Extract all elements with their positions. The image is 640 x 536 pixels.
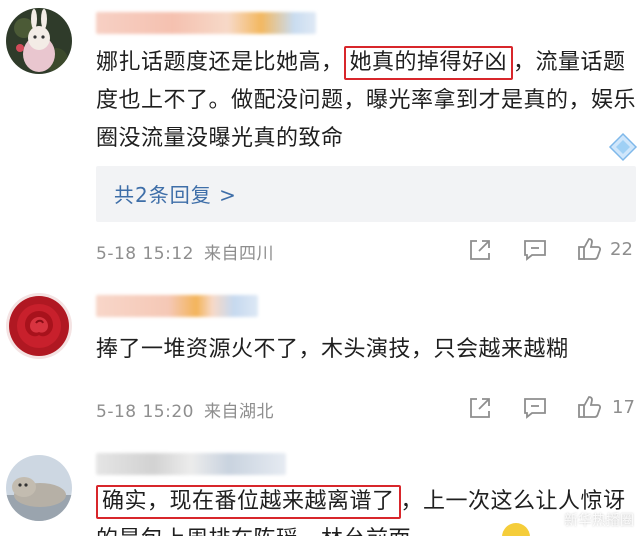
comment-text-pre: 娜扎话题度还是比她高， (96, 50, 344, 75)
comment-meta: 5-18 15:20 来自湖北 (96, 397, 274, 422)
location: 来自湖北 (203, 402, 274, 422)
comment-2: 捧了一堆资源火不了，木头演技，只会越来越糊 5-18 15:20 来自湖北 17 (0, 275, 640, 443)
watermark: 新华热播圈 (564, 513, 634, 529)
avatar-rose-image (6, 293, 72, 359)
comment-text: 娜扎话题度还是比她高， 她真的掉得好凶 ，流量话题度也上不了。做配没问题，曝光率拿到… (96, 44, 636, 158)
like-count: 17 (612, 397, 635, 418)
view-replies-link[interactable]: 共2条回复 > (114, 179, 237, 208)
comment-meta: 5-18 15:12 来自四川 (96, 239, 274, 264)
highlighted-phrase: 确实，现在番位越来越离谱了 (96, 485, 401, 519)
comment-text: 确实，现在番位越来越离谱了，上一次这么让人惊讶的是包上周排在陈瑶，林允前面 (96, 483, 636, 536)
share-icon[interactable] (466, 236, 494, 264)
diamond-badge-icon (608, 132, 638, 162)
thumbs-up-icon[interactable] (576, 393, 604, 421)
avatar-bunny-image (6, 8, 72, 74)
avatar-rose[interactable] (6, 293, 72, 359)
avatar-seal-image (6, 455, 72, 521)
like-count: 22 (610, 239, 633, 260)
comment-3: 确实，现在番位越来越离谱了，上一次这么让人惊讶的是包上周排在陈瑶，林允前面 新华… (0, 443, 640, 536)
highlighted-phrase: 她真的掉得好凶 (343, 46, 514, 80)
username-blurred[interactable] (96, 12, 316, 34)
location: 来自四川 (203, 244, 274, 264)
timestamp: 5-18 15:12 (96, 244, 194, 264)
comment-text: 捧了一堆资源火不了，木头演技，只会越来越糊 (96, 337, 569, 362)
comment-icon[interactable] (521, 394, 549, 422)
comment-icon[interactable] (521, 236, 549, 264)
timestamp: 5-18 15:20 (96, 402, 194, 422)
username-blurred[interactable] (96, 295, 258, 317)
avatar-bunny[interactable] (6, 8, 72, 74)
thumbs-up-icon[interactable] (576, 235, 604, 263)
replies-box[interactable]: 共2条回复 > (96, 166, 636, 222)
avatar-seal[interactable] (6, 455, 72, 521)
comment-1: 娜扎话题度还是比她高， 她真的掉得好凶 ，流量话题度也上不了。做配没问题，曝光率拿到… (0, 0, 640, 275)
username-blurred[interactable] (96, 453, 286, 475)
share-icon[interactable] (466, 394, 494, 422)
